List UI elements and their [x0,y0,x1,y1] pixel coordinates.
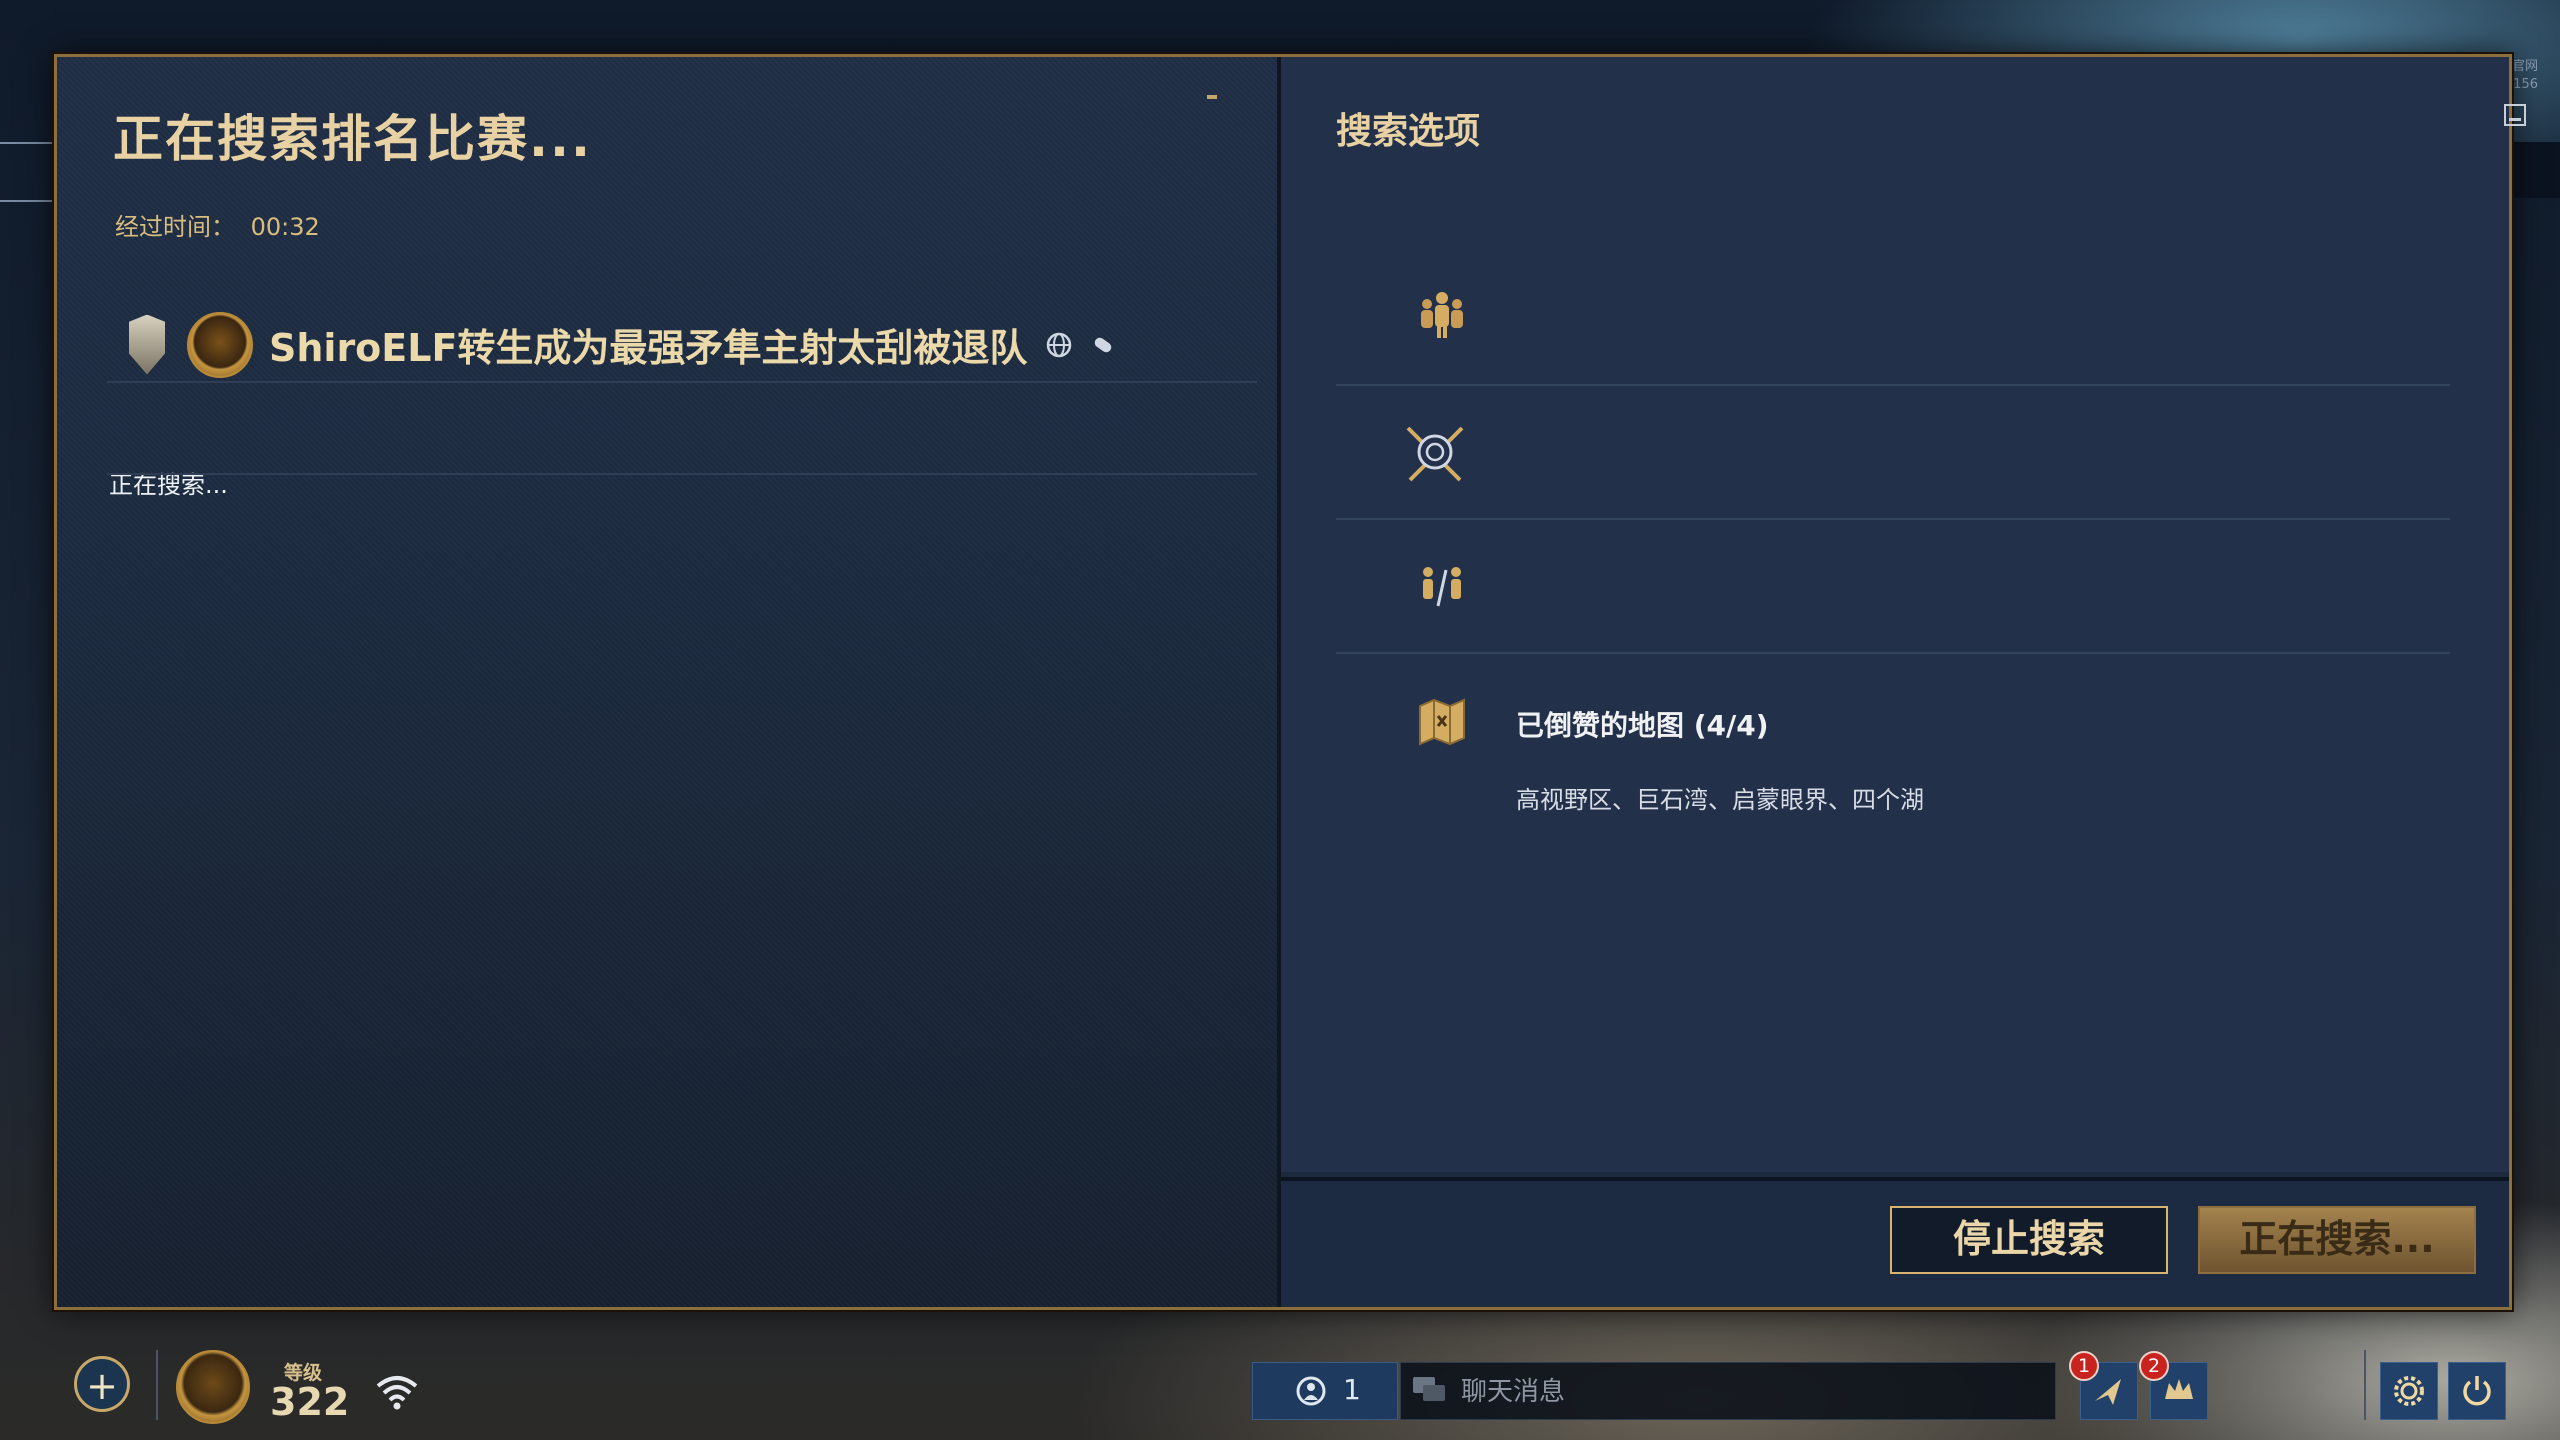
team-icon [1414,288,1470,344]
minimize-button[interactable] [2504,104,2526,126]
searching-status: 正在搜索... [109,471,228,499]
option-row-team[interactable] [1336,256,2450,386]
player-name: ShiroELF转生成为最强矛隼主射太刮被退队 [269,326,1028,370]
notification-button-1[interactable]: 1 [2069,1351,2138,1420]
options-title: 搜索选项 [1336,111,1481,152]
chat-input[interactable] [1459,1371,2043,1413]
searching-button[interactable]: 正在搜索... [2198,1206,2476,1274]
right-edge-tab [2512,142,2560,198]
crossed-swords-shield-icon [1402,422,1468,488]
party-button[interactable]: 1 [1252,1362,1398,1420]
settings-button[interactable] [2380,1362,2438,1420]
chat-box[interactable] [1400,1362,2056,1420]
elapsed-value: 00:32 [250,213,320,241]
player-avatar[interactable] [187,311,253,378]
map-icon [1414,694,1470,750]
notification-badge-1: 1 [2069,1351,2099,1381]
notification-badge-2: 2 [2139,1351,2169,1381]
option-row-versus[interactable] [1336,520,2450,654]
option-row-maps[interactable]: 已倒赞的地图 (4/4) 高视野区、巨石湾、启蒙眼界、四个湖 [1336,654,2450,830]
left-edge-tab [0,142,52,202]
player-row: ShiroELF转生成为最强矛隼主射太刮被退队 [129,297,1299,392]
separator-left [156,1350,158,1420]
controller-icon [1089,331,1117,359]
map-option-label: 已倒赞的地图 (4/4) [1516,709,1769,742]
versus-icon [1414,562,1470,618]
power-button[interactable] [2448,1362,2506,1420]
globe-icon [1045,331,1073,359]
search-title: 正在搜索排名比赛... [113,110,592,168]
wifi-icon [374,1372,420,1412]
map-option-list: 高视野区、巨石湾、启蒙眼界、四个湖 [1516,786,1924,814]
add-button[interactable]: + [74,1356,130,1412]
party-icon [1295,1375,1327,1407]
rank-shield-icon [129,314,165,375]
bottom-bar: + 等级 322 1 1 2 [0,1330,2560,1440]
elapsed-label: 经过时间： [115,213,235,241]
divider-2 [107,473,1257,475]
stop-search-button[interactable]: 停止搜索 [1890,1206,2168,1274]
notification-button-2[interactable]: 2 [2139,1351,2208,1420]
option-row-mode[interactable] [1336,386,2450,520]
chat-bubble-icon [1411,1375,1447,1412]
profile-avatar[interactable] [176,1350,250,1424]
divider-1 [107,381,1257,383]
search-status-panel: 正在搜索排名比赛... 经过时间： 00:32 ShiroELF转生成为最强矛隼… [57,57,1281,1307]
decor-mark [1207,95,1217,99]
level-value: 322 [270,1380,350,1424]
party-count: 1 [1343,1373,1361,1406]
separator-right [2364,1350,2366,1420]
elapsed-time: 经过时间： 00:32 [115,207,320,242]
